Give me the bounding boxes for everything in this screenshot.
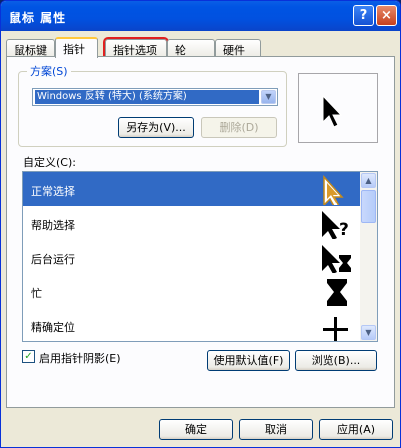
list-item[interactable]: 正常选择 xyxy=(23,172,362,206)
help-cursor-icon: ? xyxy=(322,211,349,239)
chevron-down-icon[interactable]: ▼ xyxy=(261,90,276,104)
window-title: 鼠标 属性 xyxy=(9,11,67,25)
save-as-button[interactable]: 另存为(V)... xyxy=(118,117,194,138)
cursor-list[interactable]: 正常选择 帮助选择 ? 后台运行 忙 精确定位 ▲ ▼ xyxy=(22,171,378,342)
arrow-cursor-icon xyxy=(322,94,343,128)
tab-strip: 鼠标键 指针 指针选项 轮 硬件 xyxy=(6,37,396,59)
scroll-down-icon[interactable]: ▼ xyxy=(361,325,376,340)
tab-buttons[interactable]: 鼠标键 xyxy=(6,39,55,57)
list-item[interactable]: 精确定位 xyxy=(23,308,362,341)
check-icon[interactable]: ✓ xyxy=(22,350,35,363)
cancel-button[interactable]: 取消 xyxy=(239,419,313,440)
scheme-legend: 方案(S) xyxy=(30,65,68,78)
use-default-button[interactable]: 使用默认值(F) xyxy=(207,350,290,371)
list-item-label: 精确定位 xyxy=(31,321,75,334)
list-item[interactable]: 忙 xyxy=(23,274,362,308)
hourglass-cursor-icon xyxy=(327,279,347,306)
ok-button[interactable]: 确定 xyxy=(159,419,233,440)
scroll-thumb[interactable] xyxy=(361,190,376,223)
arrow-cursor-icon xyxy=(323,175,344,205)
list-item[interactable]: 后台运行 xyxy=(23,240,362,274)
list-item-label: 帮助选择 xyxy=(31,219,75,232)
scheme-value: Windows 反转 (特大) (系统方案) xyxy=(35,90,259,104)
customize-label: 自定义(C): xyxy=(23,156,76,169)
cursor-preview xyxy=(298,73,378,143)
svg-text:?: ? xyxy=(339,220,349,239)
list-item-label: 后台运行 xyxy=(31,253,75,266)
list-item-label: 正常选择 xyxy=(31,185,75,198)
shadow-checkbox-label: 启用指针阴影(E) xyxy=(39,352,121,365)
browse-button[interactable]: 浏览(B)... xyxy=(295,350,377,371)
tab-wheel[interactable]: 轮 xyxy=(167,39,215,57)
tab-pointer-options[interactable]: 指针选项 xyxy=(103,37,169,59)
list-item-label: 忙 xyxy=(31,287,42,300)
tab-pointers[interactable]: 指针 xyxy=(55,37,98,58)
help-button[interactable]: ? xyxy=(353,5,374,26)
scroll-up-icon[interactable]: ▲ xyxy=(361,173,376,188)
working-cursor-icon xyxy=(322,245,351,273)
title-bar: 鼠标 属性 ? × xyxy=(1,1,400,31)
delete-button: 删除(D) xyxy=(201,117,277,138)
list-item[interactable]: 帮助选择 ? xyxy=(23,206,362,240)
close-button[interactable]: × xyxy=(376,5,397,26)
mouse-properties-window: 鼠标 属性 ? × 鼠标键 指针 指针选项 轮 硬件 方案(S) Windows… xyxy=(0,0,401,448)
scheme-dropdown[interactable]: Windows 反转 (特大) (系统方案) ▼ xyxy=(32,88,278,106)
apply-button[interactable]: 应用(A) xyxy=(319,419,393,440)
tab-hardware[interactable]: 硬件 xyxy=(215,39,261,57)
crosshair-cursor-icon xyxy=(323,317,348,341)
list-scrollbar[interactable]: ▲ ▼ xyxy=(360,172,377,341)
